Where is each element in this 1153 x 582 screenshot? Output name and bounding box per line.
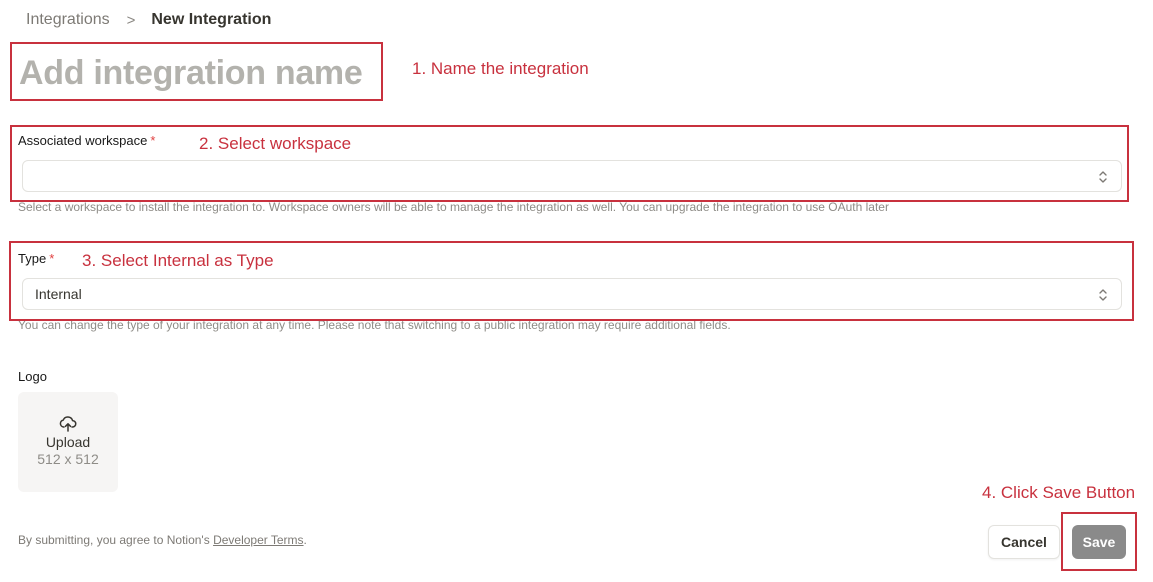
- footer-suffix: .: [303, 533, 307, 547]
- workspace-select[interactable]: [22, 160, 1122, 192]
- type-select-value: Internal: [35, 286, 82, 302]
- annotation-step3: 3. Select Internal as Type: [82, 251, 274, 270]
- workspace-label: Associated workspace *: [18, 133, 155, 148]
- integration-name-input[interactable]: Add integration name: [19, 52, 375, 94]
- save-button[interactable]: Save: [1072, 525, 1126, 559]
- type-label-text: Type: [18, 251, 47, 266]
- workspace-label-text: Associated workspace: [18, 133, 148, 148]
- developer-terms-link[interactable]: Developer Terms: [213, 533, 303, 547]
- type-select[interactable]: Internal: [22, 278, 1122, 310]
- upload-label: Upload: [45, 434, 91, 450]
- logo-upload-tile[interactable]: Upload 512 x 512: [18, 392, 118, 492]
- cloud-upload-icon: [59, 416, 77, 432]
- breadcrumb-integrations-link[interactable]: Integrations: [26, 11, 110, 29]
- breadcrumb-separator-icon: >: [126, 11, 136, 29]
- annotation-step1: 1. Name the integration: [412, 59, 589, 78]
- upload-size-hint: 512 x 512: [37, 451, 99, 467]
- breadcrumb-current-page: New Integration: [151, 11, 272, 28]
- type-help-text: You can change the type of your integrat…: [18, 318, 731, 332]
- breadcrumb: Integrations > New Integration: [26, 9, 271, 31]
- logo-label: Logo: [18, 369, 47, 384]
- select-chevron-icon: [1099, 289, 1107, 301]
- required-mark: *: [150, 133, 156, 148]
- annotation-step2: 2. Select workspace: [199, 134, 352, 153]
- footer-terms-text: By submitting, you agree to Notion's Dev…: [18, 533, 307, 547]
- type-label: Type *: [18, 251, 54, 266]
- footer-text: By submitting, you agree to Notion's: [18, 533, 214, 547]
- select-chevron-icon: [1099, 171, 1107, 183]
- cancel-button[interactable]: Cancel: [988, 525, 1060, 559]
- annotation-step4: 4. Click Save Button: [982, 483, 1136, 502]
- required-mark: *: [49, 251, 55, 266]
- workspace-help-text: Select a workspace to install the integr…: [18, 200, 889, 214]
